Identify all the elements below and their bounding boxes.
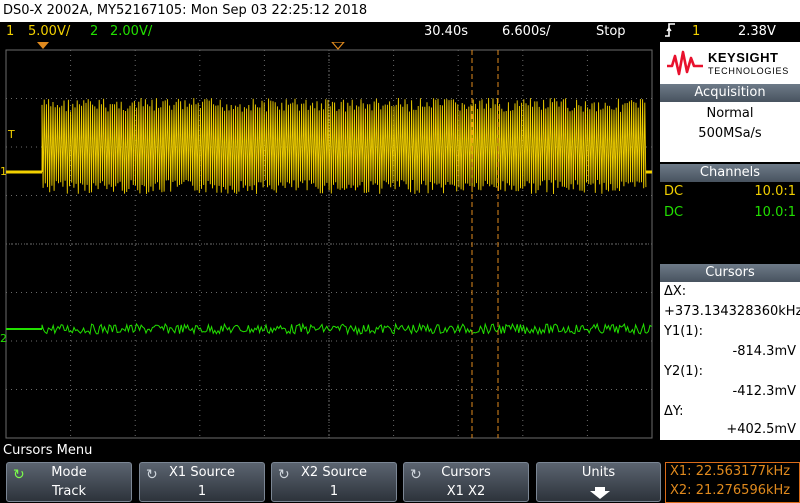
trigger-position-marker-icon: [37, 42, 49, 49]
keysight-logo: KEYSIGHT TECHNOLOGIES: [660, 42, 800, 84]
side-panel: KEYSIGHT TECHNOLOGIES Acquisition Normal…: [660, 42, 800, 440]
y1-label: Y1(1):: [664, 324, 704, 339]
cursors-softkey[interactable]: ↻ Cursors X1 X2: [403, 462, 529, 502]
x1-source-softkey[interactable]: ↻ X1 Source 1: [139, 462, 265, 502]
channel-row[interactable]: DC 10.0:1: [664, 203, 796, 223]
brand-name: KEYSIGHT: [708, 50, 779, 65]
x2-source-softkey[interactable]: ↻ X2 Source 1: [271, 462, 397, 502]
channels-panel: DC 10.0:1 DC 10.0:1: [660, 182, 800, 262]
softkey-value: 1: [329, 484, 339, 499]
time-reference-marker-icon: [330, 41, 346, 50]
time-scale[interactable]: 6.600s/: [502, 22, 550, 42]
softkey-label: X1 Source: [169, 465, 235, 480]
status-bar: 1 5.00V/ 2 2.00V/ 30.40s 6.600s/ Stop 1 …: [0, 22, 800, 42]
channel-coupling: DC: [664, 205, 684, 220]
cursor-readout: X1: 22.563177kHz X2: 21.276596kHz: [665, 462, 800, 503]
channel-probe: 10.0:1: [754, 184, 796, 199]
run-state[interactable]: Stop: [596, 22, 626, 42]
channel-coupling: DC: [664, 184, 684, 199]
y1-value: -814.3mV: [732, 344, 796, 359]
x1-readout: X1: 22.563177kHz: [670, 464, 791, 479]
delta-x-value: +373.134328360kHz: [664, 304, 800, 319]
trigger-level[interactable]: 2.38V: [738, 22, 776, 42]
graticule: T 1 2: [0, 41, 653, 439]
ch1-number: 1: [6, 24, 15, 39]
delta-x-label: ΔX:: [664, 284, 687, 299]
softkey-value: Track: [51, 484, 87, 499]
brand-subtitle: TECHNOLOGIES: [708, 66, 790, 76]
channel-probe: 10.0:1: [754, 205, 796, 220]
menu-title: Cursors Menu: [3, 443, 93, 458]
delta-y-label: ΔY:: [664, 404, 684, 419]
window-title: DS0-X 2002A, MY52167105: Mon Sep 03 22:2…: [0, 0, 800, 22]
acquisition-header: Acquisition: [660, 84, 800, 102]
delta-y-value: +402.5mV: [726, 422, 796, 437]
y2-value: -412.3mV: [732, 384, 796, 399]
x2-readout: X2: 21.276596kHz: [670, 483, 791, 498]
softkey-value: X1 X2: [446, 484, 486, 499]
ch2-number: 2: [90, 24, 99, 39]
waveform-display[interactable]: T 1 2: [0, 41, 658, 440]
channels-header: Channels: [660, 164, 800, 182]
ch1-ground-marker: 1: [0, 165, 7, 178]
cursors-panel: ΔX: +373.134328360kHz Y1(1): -814.3mV Y2…: [660, 282, 800, 440]
sample-rate: 500MSa/s: [698, 126, 762, 141]
ch1-scale[interactable]: 5.00V/: [28, 22, 70, 42]
trigger-source: 1: [692, 24, 701, 39]
acquisition-panel: Normal 500MSa/s: [660, 102, 800, 162]
acquisition-mode: Normal: [706, 106, 754, 121]
keysight-wave-icon: [667, 50, 703, 76]
units-softkey[interactable]: Units: [536, 462, 661, 502]
time-offset[interactable]: 30.40s: [424, 22, 468, 42]
mode-softkey[interactable]: ↻ Mode Track: [6, 462, 132, 502]
channel-row[interactable]: DC 10.0:1: [664, 182, 796, 202]
y2-label: Y2(1):: [664, 364, 704, 379]
softkey-label: X2 Source: [301, 465, 367, 480]
down-arrow-icon: [590, 487, 610, 499]
softkey-value: 1: [197, 484, 207, 499]
softkey-label: Units: [581, 465, 616, 480]
ch2-ground-marker: 2: [0, 332, 7, 345]
ch1-trace: [41, 97, 647, 195]
softkey-label: Mode: [51, 465, 87, 480]
ch2-scale[interactable]: 2.00V/: [110, 22, 152, 42]
softkey-label: Cursors: [441, 465, 491, 480]
trigger-level-marker: T: [7, 128, 15, 141]
ch2-trace: [41, 322, 652, 336]
cursors-header: Cursors: [660, 264, 800, 282]
